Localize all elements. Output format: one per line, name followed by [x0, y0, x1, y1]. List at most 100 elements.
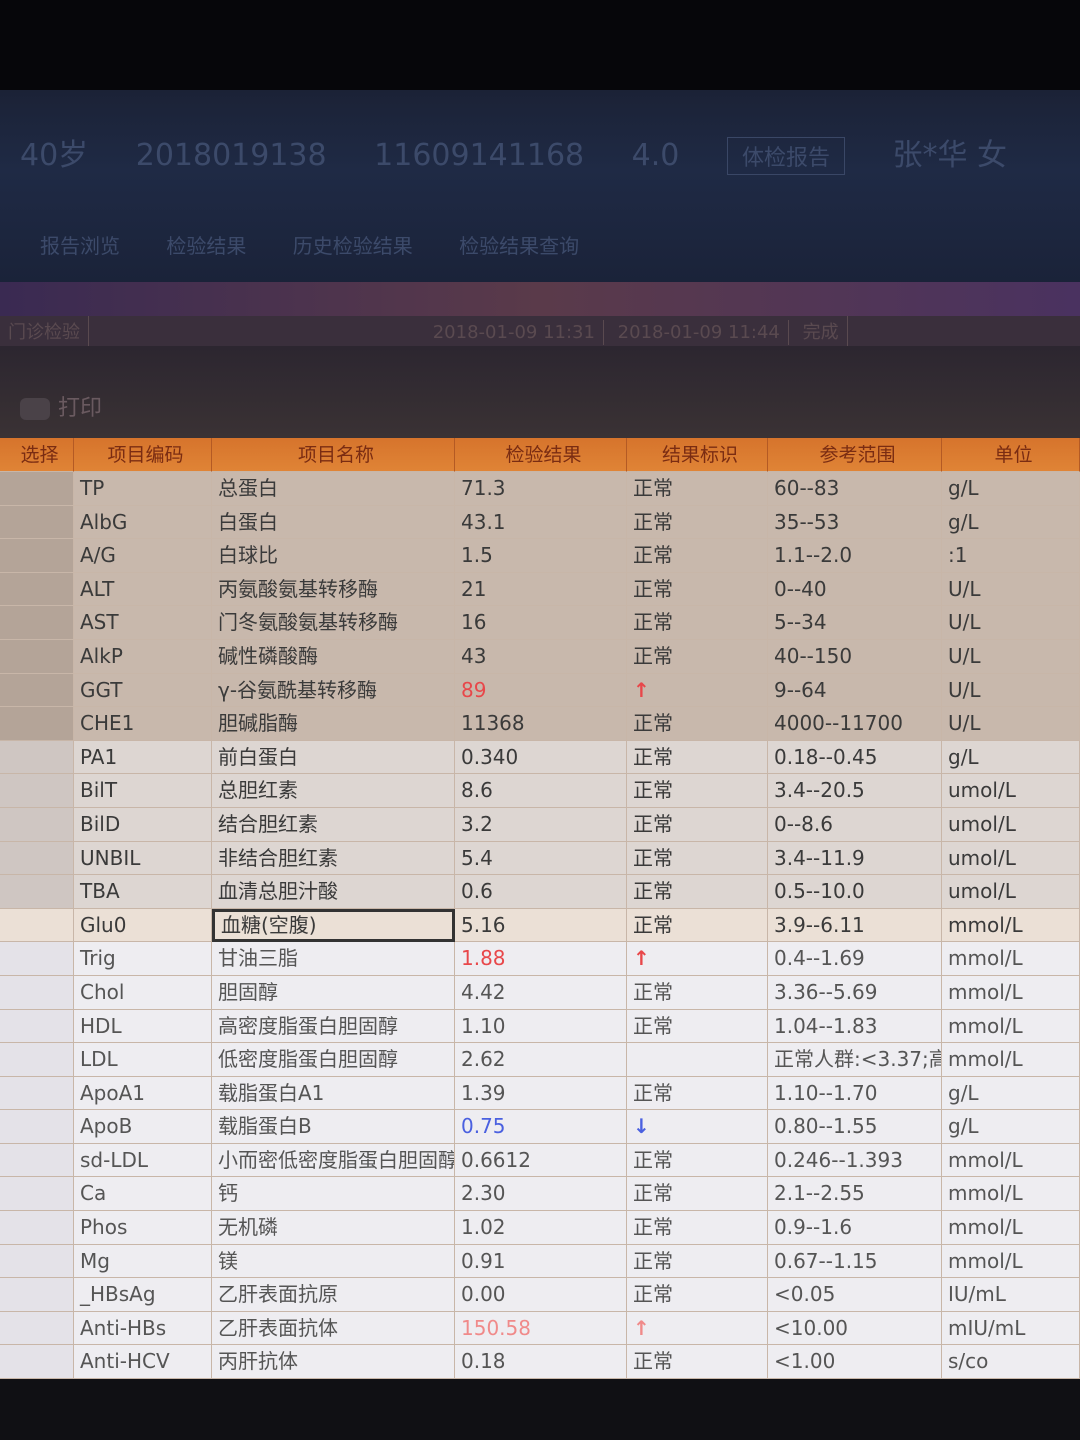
cell-flag: 正常: [627, 1345, 768, 1380]
toolbar-item-results[interactable]: 检验结果: [166, 230, 246, 259]
table-row[interactable]: PA1 前白蛋白 0.340 正常 0.18--0.45 g/L: [0, 740, 1080, 775]
table-row[interactable]: TP 总蛋白 71.3 正常 60--83 g/L: [0, 472, 1080, 506]
header-toolbar: 报告浏览 检验结果 历史检验结果 检验结果查询: [0, 230, 1080, 274]
cell-result: 1.10: [455, 1009, 627, 1044]
table-row[interactable]: AlbG 白蛋白 43.1 正常 35--53 g/L: [0, 505, 1080, 540]
cell-unit: U/L: [942, 673, 1080, 708]
cell-result: 0.91: [455, 1244, 627, 1279]
patient-field: 2018019138: [135, 138, 327, 173]
print-button[interactable]: 打印: [20, 390, 102, 422]
table-row[interactable]: TBA 血清总胆汁酸 0.6 正常 0.5--10.0 umol/L: [0, 875, 1080, 909]
table-row[interactable]: sd-LDL 小而密低密度脂蛋白胆固醇 0.6612 正常 0.246--1.393 mm…: [0, 1143, 1080, 1178]
table-row[interactable]: Ca 钙 2.30 正常 2.1--2.55 mmol/L: [0, 1177, 1080, 1212]
table-row[interactable]: Anti-HBs 乙肝表面抗体 150.58 ↑ <10.00 mIU/mL: [0, 1311, 1080, 1346]
cell-unit: mmol/L: [942, 1143, 1080, 1178]
cell-range: 3.9--6.11: [768, 908, 942, 943]
header-code[interactable]: 项目编码: [74, 438, 212, 472]
cell-unit: mIU/mL: [942, 1311, 1080, 1346]
cell-range: 35--53: [768, 505, 942, 540]
cell-result: 71.3: [455, 472, 627, 506]
toolbar-item-query[interactable]: 检验结果查询: [459, 230, 579, 259]
cell-range: 5--34: [768, 606, 942, 640]
cell-code: A/G: [74, 539, 212, 573]
cell-select: [0, 740, 74, 775]
cell-result: 0.340: [455, 740, 627, 775]
cell-select: [0, 707, 74, 741]
cell-flag: ↑: [627, 942, 768, 976]
toolbar-item-report[interactable]: 报告浏览: [40, 230, 120, 259]
cell-result: 5.16: [455, 908, 627, 943]
cell-flag: 正常: [627, 505, 768, 540]
header-result[interactable]: 检验结果: [455, 438, 627, 472]
table-row[interactable]: Glu0 血糖(空腹) 5.16 正常 3.9--6.11 mmol/L: [0, 908, 1080, 943]
record-status: 完成: [795, 316, 848, 346]
table-row[interactable]: BilD 结合胆红素 3.2 正常 0--8.6 umol/L: [0, 807, 1080, 842]
cell-select: [0, 908, 74, 943]
cell-range: 正常人群:<3.37;高: [768, 1043, 942, 1077]
cell-name: 钙: [212, 1177, 455, 1212]
table-row[interactable]: Anti-HCV 丙肝抗体 0.18 正常 <1.00 s/co: [0, 1345, 1080, 1380]
cell-range: 3.36--5.69: [768, 975, 942, 1010]
record-time-start: 2018-01-09 11:31: [425, 320, 604, 345]
report-button[interactable]: 体检报告: [726, 137, 845, 175]
cell-name: 乙肝表面抗原: [212, 1278, 455, 1312]
cell-flag: 正常: [627, 1177, 768, 1212]
table-row[interactable]: AST 门冬氨酸氨基转移酶 16 正常 5--34 U/L: [0, 606, 1080, 640]
header-unit[interactable]: 单位: [942, 438, 1080, 472]
cell-range: <0.05: [768, 1278, 942, 1312]
table-row[interactable]: GGT γ-谷氨酰基转移酶 89 ↑ 9--64 U/L: [0, 673, 1080, 708]
header-select[interactable]: 选择: [0, 438, 74, 472]
table-row[interactable]: Chol 胆固醇 4.42 正常 3.36--5.69 mmol/L: [0, 975, 1080, 1010]
cell-code: Phos: [74, 1211, 212, 1245]
record-row[interactable]: 门诊检验 2018-01-09 11:31 2018-01-09 11:44 完…: [0, 316, 1080, 346]
cell-flag: 正常: [627, 774, 768, 808]
cell-range: 40--150: [768, 639, 942, 674]
table-row[interactable]: CHE1 胆碱脂酶 11368 正常 4000--11700 U/L: [0, 707, 1080, 741]
cell-unit: mmol/L: [942, 1009, 1080, 1044]
cell-unit: mmol/L: [942, 1177, 1080, 1212]
cell-unit: U/L: [942, 606, 1080, 640]
cell-flag: [627, 1043, 768, 1077]
toolbar-item-history[interactable]: 历史检验结果: [293, 230, 413, 259]
cell-select: [0, 505, 74, 540]
cell-name: 白蛋白: [212, 505, 455, 540]
header-range[interactable]: 参考范围: [768, 438, 942, 472]
cell-result: 2.62: [455, 1043, 627, 1077]
cell-result: 0.00: [455, 1278, 627, 1312]
table-row[interactable]: LDL 低密度脂蛋白胆固醇 2.62 正常人群:<3.37;高 mmol/L: [0, 1043, 1080, 1077]
cell-code: BilT: [74, 774, 212, 808]
table-body: TP 总蛋白 71.3 正常 60--83 g/L AlbG 白蛋白 43.1 正常 35--53 g…: [0, 472, 1080, 1380]
cell-flag: 正常: [627, 807, 768, 842]
table-row[interactable]: ApoB 载脂蛋白B 0.75 ↓ 0.80--1.55 g/L: [0, 1110, 1080, 1144]
table-row[interactable]: ALT 丙氨酸氨基转移酶 21 正常 0--40 U/L: [0, 572, 1080, 607]
cell-unit: mmol/L: [942, 908, 1080, 943]
table-row[interactable]: HDL 高密度脂蛋白胆固醇 1.10 正常 1.04--1.83 mmol/L: [0, 1009, 1080, 1044]
cell-flag: 正常: [627, 875, 768, 909]
table-row[interactable]: A/G 白球比 1.5 正常 1.1--2.0:1: [0, 539, 1080, 573]
cell-unit: mmol/L: [942, 1043, 1080, 1077]
cell-result: 1.5: [455, 539, 627, 573]
table-row[interactable]: AlkP 碱性磷酸酶 43 正常 40--150 U/L: [0, 639, 1080, 674]
cell-range: 1.1--2.0: [768, 539, 942, 573]
cell-select: [0, 1311, 74, 1346]
cell-code: ALT: [74, 572, 212, 607]
table-row[interactable]: ApoA1 载脂蛋白A1 1.39 正常 1.10--1.70 g/L: [0, 1076, 1080, 1111]
table-row[interactable]: BilT 总胆红素 8.6 正常 3.4--20.5 umol/L: [0, 774, 1080, 808]
cell-select: [0, 807, 74, 842]
table-row[interactable]: UNBIL 非结合胆红素 5.4 正常 3.4--11.9 umol/L: [0, 841, 1080, 876]
cell-unit: g/L: [942, 740, 1080, 775]
cell-unit: umol/L: [942, 774, 1080, 808]
table-row[interactable]: Phos 无机磷 1.02 正常 0.9--1.6 mmol/L: [0, 1211, 1080, 1245]
cell-name: 无机磷: [212, 1211, 455, 1245]
cell-result: 0.6: [455, 875, 627, 909]
cell-range: 0--8.6: [768, 807, 942, 842]
cell-unit: IU/mL: [942, 1278, 1080, 1312]
table-row[interactable]: Mg 镁 0.91 正常 0.67--1.15 mmol/L: [0, 1244, 1080, 1279]
table-row[interactable]: _HBsAg 乙肝表面抗原 0.00 正常 <0.05 IU/mL: [0, 1278, 1080, 1312]
patient-field: 4.0: [631, 138, 680, 173]
header-name[interactable]: 项目名称: [212, 438, 455, 472]
header-flag[interactable]: 结果标识: [627, 438, 768, 472]
cell-name: 碱性磷酸酶: [212, 639, 455, 674]
cell-code: TP: [74, 472, 212, 506]
table-row[interactable]: Trig 甘油三脂 1.88 ↑ 0.4--1.69 mmol/L: [0, 942, 1080, 976]
